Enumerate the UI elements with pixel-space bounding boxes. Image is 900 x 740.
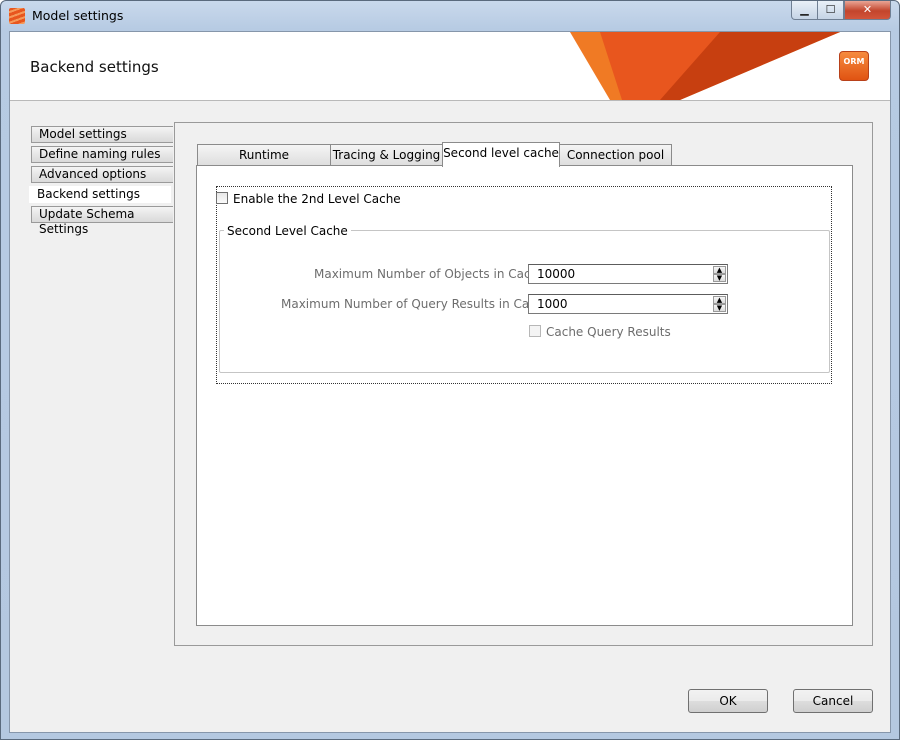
nav-item-update-schema-settings[interactable]: Update Schema Settings [31,206,173,236]
tab-tracing-logging[interactable]: Tracing & Logging [330,144,443,166]
header-banner: Backend settings ORM [10,32,890,101]
cache-query-results-checkbox[interactable] [529,325,541,337]
max-query-increment-button[interactable]: ▲ [713,296,726,304]
nav-item-advanced-options[interactable]: Advanced options [31,166,173,183]
nav-item-backend-settings[interactable]: Backend settings [29,186,171,203]
close-button[interactable]: ✕ [844,1,891,20]
enable-cache-label[interactable]: Enable the 2nd Level Cache [233,192,401,206]
max-query-label: Maximum Number of Query Results in Cache [281,297,551,311]
page-title: Backend settings [30,58,159,76]
dialog-client-area: Backend settings ORM Model settings Defi… [9,31,891,733]
max-query-input[interactable]: 1000 ▲ ▼ [528,294,728,314]
tab-connection-pool[interactable]: Connection pool [559,144,672,166]
ok-button[interactable]: OK [688,689,768,713]
minimize-button[interactable]: ▁ [791,1,818,20]
title-bar[interactable]: Model settings ▁ ☐ ✕ [1,1,899,31]
enable-cache-checkbox[interactable] [216,192,228,204]
max-objects-input[interactable]: 10000 ▲ ▼ [528,264,728,284]
model-settings-window: Model settings ▁ ☐ ✕ Backend settings OR… [0,0,900,740]
maximize-button[interactable]: ☐ [817,1,844,20]
max-objects-label: Maximum Number of Objects in Cache [314,267,546,281]
max-objects-value[interactable]: 10000 [537,267,575,281]
tab-second-level-cache[interactable]: Second level cache [442,142,560,167]
max-query-value[interactable]: 1000 [537,297,568,311]
max-objects-decrement-button[interactable]: ▼ [713,274,726,282]
window-title: Model settings [32,8,124,23]
nav-item-define-naming-rules[interactable]: Define naming rules [31,146,173,163]
app-logo-icon [9,8,25,24]
orm-logo: ORM [839,51,869,81]
max-objects-increment-button[interactable]: ▲ [713,266,726,274]
nav-item-model-settings[interactable]: Model settings [31,126,173,143]
cache-query-results-label: Cache Query Results [546,325,671,339]
cancel-button[interactable]: Cancel [793,689,873,713]
max-query-decrement-button[interactable]: ▼ [713,304,726,312]
tab-runtime-configuration[interactable]: Runtime configuration [197,144,331,182]
cache-group-title: Second Level Cache [224,224,351,238]
